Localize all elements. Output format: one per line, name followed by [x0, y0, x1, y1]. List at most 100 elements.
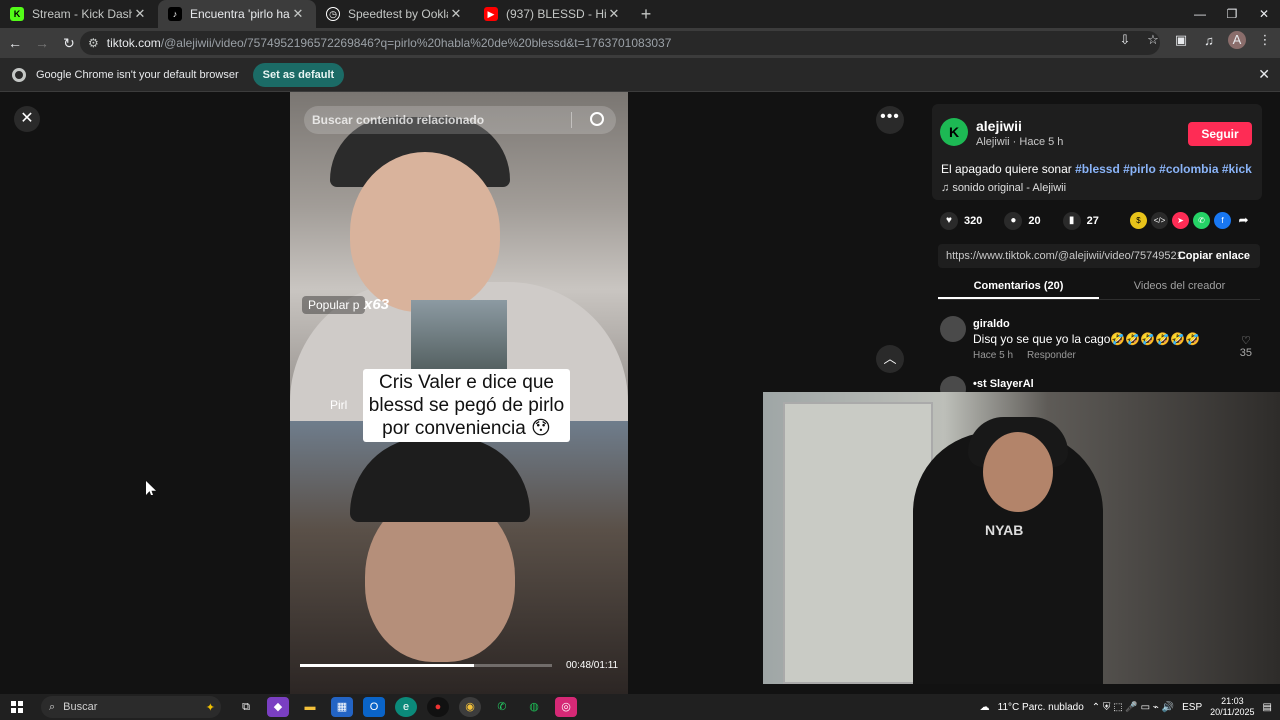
webcam-person-head — [983, 432, 1053, 512]
language-indicator[interactable]: ESP — [1182, 702, 1202, 713]
search-icon: ⌕ — [49, 700, 56, 713]
close-window-icon[interactable]: ✕ — [1248, 0, 1280, 28]
copilot-sparkle-icon: ✦ — [205, 701, 215, 714]
tab-tiktok-search[interactable]: ♪ Encuentra 'pirlo habla de blessd' ✕ — [158, 0, 316, 28]
restore-icon[interactable]: ❐ — [1216, 0, 1248, 28]
copy-link-button[interactable]: Copiar enlace — [1178, 250, 1250, 262]
set-as-default-button[interactable]: Set as default — [252, 62, 345, 87]
url-host: tiktok.com — [106, 36, 161, 50]
share-arrow-icon[interactable]: ➦ — [1235, 212, 1252, 229]
more-options-button[interactable]: ••• — [876, 106, 904, 134]
tab-comments[interactable]: Comentarios (20) — [938, 274, 1099, 299]
minimize-icon[interactable]: — — [1184, 0, 1216, 28]
windows-start-icon[interactable] — [11, 701, 23, 713]
facebook-icon[interactable]: f — [1214, 212, 1231, 229]
close-tab-icon[interactable]: ✕ — [290, 6, 306, 22]
comment-meta: Hace 5 h Responder — [973, 350, 1076, 361]
description-text: El apagado quiere sonar — [941, 162, 1076, 176]
chrome-icon — [12, 67, 26, 82]
tab-creator-videos[interactable]: Videos del creador — [1099, 274, 1260, 299]
follow-button[interactable]: Seguir — [1188, 122, 1252, 146]
close-tab-icon[interactable]: ✕ — [606, 6, 622, 22]
clock-time: 21:03 — [1221, 696, 1244, 706]
webcam-overlay: NYAB — [763, 392, 1280, 684]
commenter-username[interactable]: •st SlayerAl — [973, 378, 1034, 390]
spotify-icon[interactable]: ◍ — [523, 697, 545, 717]
search-icon[interactable] — [590, 112, 604, 126]
outlook-icon[interactable]: O — [363, 697, 385, 717]
whatsapp-taskbar-icon[interactable]: ✆ — [491, 697, 513, 717]
tab-strip: K Stream - Kick Dashboard ✕ ♪ Encuentra … — [0, 0, 1280, 28]
close-infobar-icon[interactable]: ✕ — [1258, 66, 1270, 83]
coin-icon[interactable]: $ — [1130, 212, 1147, 229]
app-icon[interactable]: ● — [427, 697, 449, 717]
file-explorer-icon[interactable]: ▬ — [299, 697, 321, 717]
search-divider — [571, 112, 572, 128]
kick-icon: K — [10, 7, 24, 21]
comment-icon[interactable]: ● — [1004, 212, 1023, 230]
menu-icon[interactable]: ⋮ — [1256, 32, 1274, 48]
forward-icon[interactable]: → — [30, 35, 54, 51]
weather-text[interactable]: 11°C Parc. nublado — [998, 702, 1084, 713]
video-description: El apagado quiere sonar #blessd #pirlo #… — [941, 162, 1252, 176]
share-link[interactable]: https://www.tiktok.com/@alejiwii/video/7… — [946, 250, 1192, 262]
reload-icon[interactable]: ↻ — [57, 35, 81, 52]
close-video-button[interactable]: ✕ — [14, 106, 40, 132]
tiktok-icon: ♪ — [168, 7, 182, 21]
comment-like[interactable]: ♡ 35 — [1240, 334, 1252, 359]
video-caption: Cris Valer e dice que blessd se pegó de … — [363, 369, 570, 442]
previous-video-button[interactable]: ︿ — [876, 345, 904, 373]
tray-icons[interactable]: ⌃ ⛨ ⬚ 🎤 ▭ ⌁ 🔊 — [1092, 702, 1174, 713]
site-info-icon[interactable]: ⚙ — [88, 36, 99, 50]
tab-youtube[interactable]: ▶ (937) BLESSD - Hijo Mio (Tiraer ✕ — [474, 0, 632, 28]
store-icon[interactable]: ▦ — [331, 697, 353, 717]
sound-link[interactable]: ♫ sonido original - Alejiwii — [941, 182, 1066, 194]
tab-search-icon[interactable]: ▣ — [1172, 32, 1190, 48]
install-icon[interactable]: ⇩ — [1116, 32, 1134, 48]
inset-thumbnail — [411, 300, 507, 378]
reply-button[interactable]: Responder — [1027, 350, 1076, 361]
commenter-username[interactable]: giraldo — [973, 318, 1010, 330]
url-path: /@alejiwii/video/7574952196572269846?q=p… — [160, 36, 672, 50]
instagram-icon[interactable]: ◎ — [555, 697, 577, 717]
author-username[interactable]: alejiwii — [976, 118, 1022, 134]
window-controls: — ❐ ✕ — [1184, 0, 1280, 28]
new-tab-button[interactable]: + — [632, 0, 660, 28]
video-player[interactable]: Buscar contenido relacionado Popular p x… — [290, 92, 628, 694]
author-card: K alejiwii Alejiwii · Hace 5 h Seguir El… — [932, 104, 1262, 200]
like-count: 320 — [964, 215, 983, 227]
media-icon[interactable]: ♫ — [1200, 33, 1218, 48]
toolbar-actions: ⇩ ☆ ▣ ♫ A ⋮ — [1116, 31, 1274, 49]
bookmark-icon[interactable]: ▮ — [1062, 212, 1081, 230]
embed-icon[interactable]: </> — [1151, 212, 1168, 229]
copilot-icon[interactable]: ◆ — [267, 697, 289, 717]
commenter-avatar[interactable] — [940, 316, 966, 342]
whatsapp-icon[interactable]: ✆ — [1193, 212, 1210, 229]
tab-speedtest[interactable]: ◷ Speedtest by Ookla - The Global ✕ — [316, 0, 474, 28]
close-tab-icon[interactable]: ✕ — [448, 6, 464, 22]
send-icon[interactable]: ➤ — [1172, 212, 1189, 229]
tab-title: Stream - Kick Dashboard — [32, 7, 132, 21]
related-search-input[interactable]: Buscar contenido relacionado — [304, 106, 616, 134]
video-progress-bar[interactable] — [300, 664, 552, 667]
video-figure — [350, 152, 500, 312]
profile-avatar[interactable]: A — [1228, 31, 1246, 49]
engagement-actions: ♥ 320 ● 20 ▮ 27 — [940, 212, 1121, 230]
overlay-text: Pirl — [330, 398, 348, 412]
back-icon[interactable]: ← — [3, 35, 27, 51]
tab-kick-dashboard[interactable]: K Stream - Kick Dashboard ✕ — [0, 0, 158, 28]
close-tab-icon[interactable]: ✕ — [132, 6, 148, 22]
author-avatar[interactable]: K — [940, 118, 968, 146]
taskbar-search[interactable]: ⌕ Buscar ✦ — [41, 696, 221, 718]
clock[interactable]: 21:03 20/11/2025 — [1210, 696, 1254, 718]
chrome-taskbar-icon[interactable]: ◉ — [459, 697, 481, 717]
hashtags[interactable]: #blessd #pirlo #colombia #kick — [1075, 162, 1252, 176]
bookmark-star-icon[interactable]: ☆ — [1144, 32, 1162, 48]
edge-icon[interactable]: e — [395, 697, 417, 717]
heart-icon[interactable]: ♥ — [940, 212, 958, 230]
address-bar[interactable]: ⚙ tiktok.com/@alejiwii/video/75749521965… — [80, 31, 1160, 55]
task-view-icon[interactable]: ⧉ — [235, 697, 257, 717]
notification-icon[interactable]: ▤ — [1263, 702, 1272, 713]
save-count: 27 — [1086, 215, 1099, 227]
heart-outline-icon[interactable]: ♡ — [1240, 334, 1252, 347]
